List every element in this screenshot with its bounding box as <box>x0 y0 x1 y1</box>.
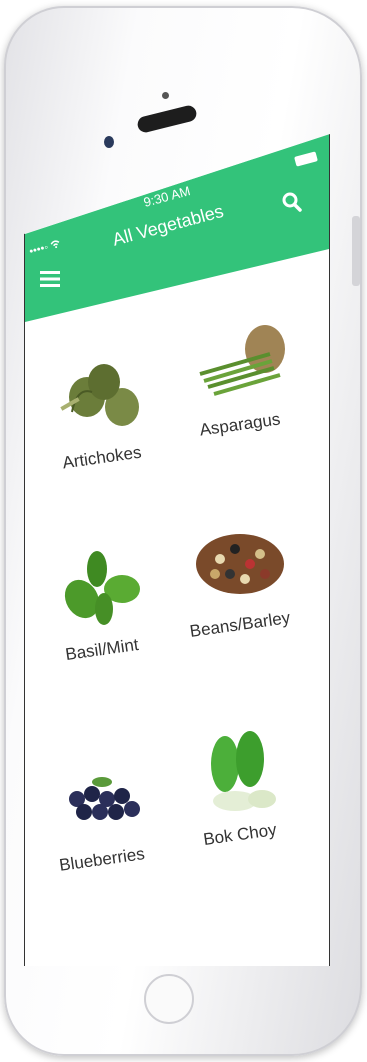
vegetable-item-blueberries[interactable]: Blueberries <box>37 754 167 875</box>
vegetable-label: Basil/Mint <box>64 634 140 665</box>
list-view-button[interactable] <box>283 260 307 284</box>
list-view-icon <box>285 264 304 280</box>
menu-button[interactable] <box>39 268 63 292</box>
page-title: All Vegetables <box>110 200 226 250</box>
search-icon <box>282 192 302 212</box>
phone-frame: 9:30 AM ••••◦ All Vegetables Artichokes … <box>4 6 362 1056</box>
blueberries-image <box>69 777 140 820</box>
vegetable-label: Beans/Barley <box>188 608 292 641</box>
app-header: 9:30 AM ••••◦ All Vegetables <box>25 134 329 322</box>
vegetable-item-bok-choy[interactable]: Bok Choy <box>175 729 305 849</box>
basil-mint-image <box>64 551 140 625</box>
home-button[interactable] <box>144 974 194 1024</box>
vegetable-label: Asparagus <box>198 409 282 440</box>
status-time: 9:30 AM <box>141 183 192 210</box>
vegetable-item-asparagus[interactable]: Asparagus <box>175 319 305 440</box>
earpiece-speaker <box>135 103 199 135</box>
volume-button <box>352 216 360 286</box>
app-screen: 9:30 AM ••••◦ All Vegetables Artichokes … <box>24 134 330 966</box>
menu-icon <box>40 271 60 287</box>
vegetable-item-beans-barley[interactable]: Beans/Barley <box>175 519 305 641</box>
vegetable-item-artichokes[interactable]: Artichokes <box>37 352 167 472</box>
artichokes-image <box>60 364 139 426</box>
front-camera <box>104 136 114 148</box>
vegetable-label: Blueberries <box>58 844 146 875</box>
wifi-icon <box>50 240 60 249</box>
asparagus-image <box>199 325 285 396</box>
vegetable-label: Bok Choy <box>202 819 278 850</box>
bok-choy-image <box>211 731 276 811</box>
beans-barley-image <box>196 534 284 594</box>
search-button[interactable] <box>281 191 305 215</box>
carrier-signal: ••••◦ <box>28 238 62 258</box>
vegetable-label: Artichokes <box>61 442 143 473</box>
battery-icon <box>294 151 318 167</box>
proximity-sensor <box>162 92 169 99</box>
vegetable-item-basil-mint[interactable]: Basil/Mint <box>37 544 167 664</box>
